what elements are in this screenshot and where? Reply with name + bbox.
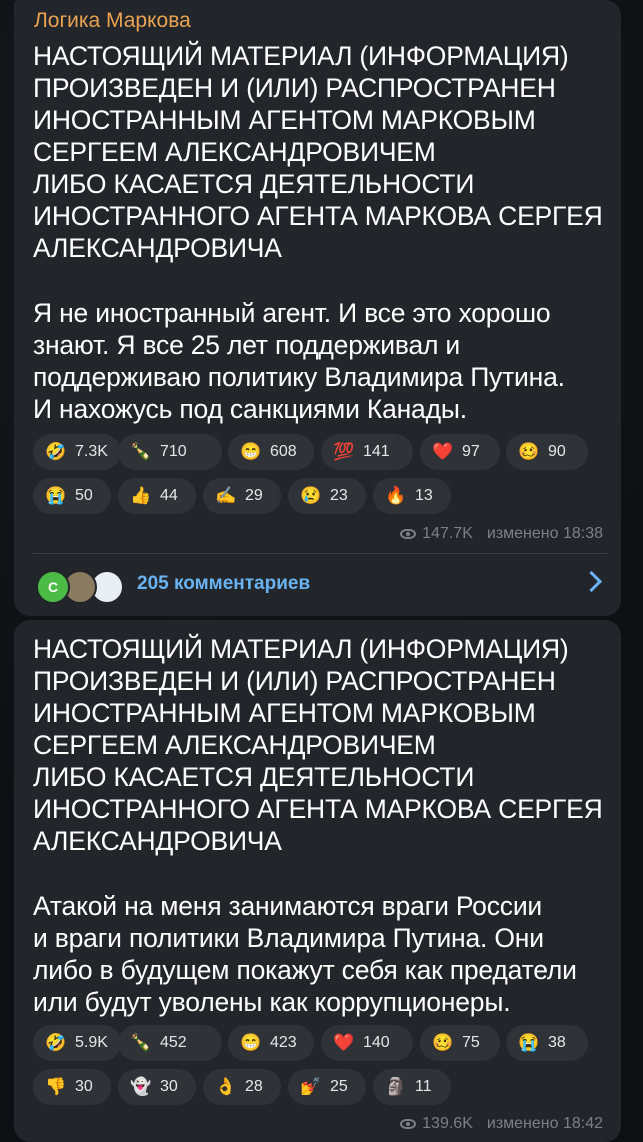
reaction-emoji-icon: 👍 bbox=[130, 486, 152, 505]
reaction-count: 38 bbox=[548, 1034, 566, 1051]
reaction-chip[interactable]: 👌 28 bbox=[203, 1069, 281, 1105]
reaction-emoji-icon: 🤣 bbox=[45, 442, 67, 461]
reaction-count: 452 bbox=[160, 1034, 187, 1051]
reaction-count: 25 bbox=[330, 1078, 348, 1095]
post-body: Я не иностранный агент. И все это хорошо… bbox=[33, 298, 565, 424]
reaction-count: 423 bbox=[270, 1034, 297, 1051]
reaction-count: 140 bbox=[363, 1034, 390, 1051]
reaction-count: 5.9K bbox=[75, 1034, 108, 1051]
reaction-chip[interactable]: 😢 23 bbox=[288, 478, 366, 514]
reaction-count: 141 bbox=[363, 443, 390, 460]
reaction-chip[interactable]: 💯 141 bbox=[321, 434, 413, 470]
reaction-emoji-icon: 😢 bbox=[300, 486, 322, 505]
divider bbox=[33, 553, 607, 554]
reaction-emoji-icon: 😭 bbox=[518, 1033, 540, 1052]
eye-icon bbox=[400, 529, 417, 539]
reaction-chip[interactable]: 🍾 710 bbox=[118, 434, 222, 470]
channel-name[interactable]: Логика Маркова bbox=[34, 9, 191, 33]
reaction-chip[interactable]: ❤️ 140 bbox=[321, 1025, 413, 1061]
reaction-count: 710 bbox=[160, 443, 187, 460]
edited-time: изменено 18:42 bbox=[486, 1115, 603, 1132]
reaction-count: 97 bbox=[462, 443, 480, 460]
reaction-chip[interactable]: 👍 44 bbox=[118, 478, 196, 514]
reaction-emoji-icon: 💯 bbox=[333, 442, 355, 461]
comments-button[interactable]: С 205 комментариев bbox=[14, 556, 621, 614]
reaction-emoji-icon: 🥴 bbox=[518, 442, 540, 461]
comments-count: 205 комментариев bbox=[137, 573, 311, 594]
reaction-chip[interactable]: ✍️ 29 bbox=[203, 478, 281, 514]
view-count: 147.7K bbox=[422, 525, 473, 542]
foreign-agent-notice: НАСТОЯЩИЙ МАТЕРИАЛ (ИНФОРМАЦИЯ) ПРОИЗВЕД… bbox=[33, 41, 603, 263]
reaction-emoji-icon: 🍾 bbox=[130, 442, 152, 461]
reaction-chip[interactable]: 😭 38 bbox=[506, 1025, 588, 1061]
reaction-count: 7.3K bbox=[75, 443, 108, 460]
reaction-count: 23 bbox=[330, 487, 348, 504]
view-count: 139.6K bbox=[422, 1115, 473, 1132]
reaction-chip[interactable]: 👎 30 bbox=[33, 1069, 111, 1105]
reaction-count: 30 bbox=[75, 1078, 93, 1095]
reaction-chip[interactable]: 😭 50 bbox=[33, 478, 111, 514]
reaction-count: 30 bbox=[160, 1078, 178, 1095]
reaction-emoji-icon: 🗿 bbox=[385, 1077, 407, 1096]
reaction-count: 90 bbox=[548, 443, 566, 460]
reaction-count: 11 bbox=[415, 1078, 432, 1095]
edited-time: изменено 18:38 bbox=[486, 525, 603, 542]
reaction-chip[interactable]: 🗿 11 bbox=[373, 1069, 451, 1105]
reaction-chip[interactable]: 🔥 13 bbox=[373, 478, 451, 514]
reaction-count: 28 bbox=[245, 1078, 263, 1095]
reaction-emoji-icon: 😁 bbox=[240, 442, 262, 461]
reaction-chip[interactable]: ❤️ 97 bbox=[420, 434, 500, 470]
post-meta: 147.7K изменено 18:38 bbox=[400, 525, 603, 543]
reaction-emoji-icon: 🥴 bbox=[432, 1033, 454, 1052]
channel-post-2[interactable]: НАСТОЯЩИЙ МАТЕРИАЛ (ИНФОРМАЦИЯ) ПРОИЗВЕД… bbox=[14, 620, 621, 1142]
reaction-emoji-icon: 👎 bbox=[45, 1077, 67, 1096]
foreign-agent-notice: НАСТОЯЩИЙ МАТЕРИАЛ (ИНФОРМАЦИЯ) ПРОИЗВЕД… bbox=[33, 634, 603, 856]
reaction-chip[interactable]: 😁 423 bbox=[228, 1025, 314, 1061]
reaction-emoji-icon: 🤣 bbox=[45, 1033, 67, 1052]
reaction-chip[interactable]: 💅 25 bbox=[288, 1069, 366, 1105]
reaction-chip[interactable]: 🥴 90 bbox=[506, 434, 588, 470]
post-body: Атакой на меня занимаются враги России и… bbox=[33, 891, 577, 1017]
reaction-emoji-icon: 💅 bbox=[300, 1077, 322, 1096]
reaction-count: 608 bbox=[270, 443, 297, 460]
reaction-chip[interactable]: 🍾 452 bbox=[118, 1025, 222, 1061]
reaction-emoji-icon: ❤️ bbox=[432, 442, 454, 461]
eye-icon bbox=[400, 1119, 417, 1129]
chevron-right-icon bbox=[580, 570, 603, 593]
reaction-count: 44 bbox=[160, 487, 178, 504]
reaction-emoji-icon: 😭 bbox=[45, 486, 67, 505]
reaction-chip[interactable]: 🥴 75 bbox=[420, 1025, 500, 1061]
avatar: С bbox=[36, 570, 70, 604]
reaction-emoji-icon: ❤️ bbox=[333, 1033, 355, 1052]
reaction-chip[interactable]: 🤣 7.3K bbox=[33, 434, 121, 470]
reaction-count: 50 bbox=[75, 487, 93, 504]
reaction-count: 29 bbox=[245, 487, 263, 504]
reaction-chip[interactable]: 👻 30 bbox=[118, 1069, 196, 1105]
reaction-emoji-icon: 🔥 bbox=[385, 486, 407, 505]
reaction-emoji-icon: 👌 bbox=[215, 1077, 237, 1096]
reaction-count: 75 bbox=[462, 1034, 480, 1051]
reaction-count: 13 bbox=[415, 487, 433, 504]
reaction-emoji-icon: 👻 bbox=[130, 1077, 152, 1096]
channel-post-1[interactable]: Логика Маркова НАСТОЯЩИЙ МАТЕРИАЛ (ИНФОР… bbox=[14, 0, 621, 616]
reaction-chip[interactable]: 🤣 5.9K bbox=[33, 1025, 121, 1061]
reaction-emoji-icon: ✍️ bbox=[215, 486, 237, 505]
reaction-emoji-icon: 🍾 bbox=[130, 1033, 152, 1052]
reaction-emoji-icon: 😁 bbox=[240, 1033, 262, 1052]
post-meta: 139.6K изменено 18:42 bbox=[400, 1115, 603, 1133]
reaction-chip[interactable]: 😁 608 bbox=[228, 434, 314, 470]
